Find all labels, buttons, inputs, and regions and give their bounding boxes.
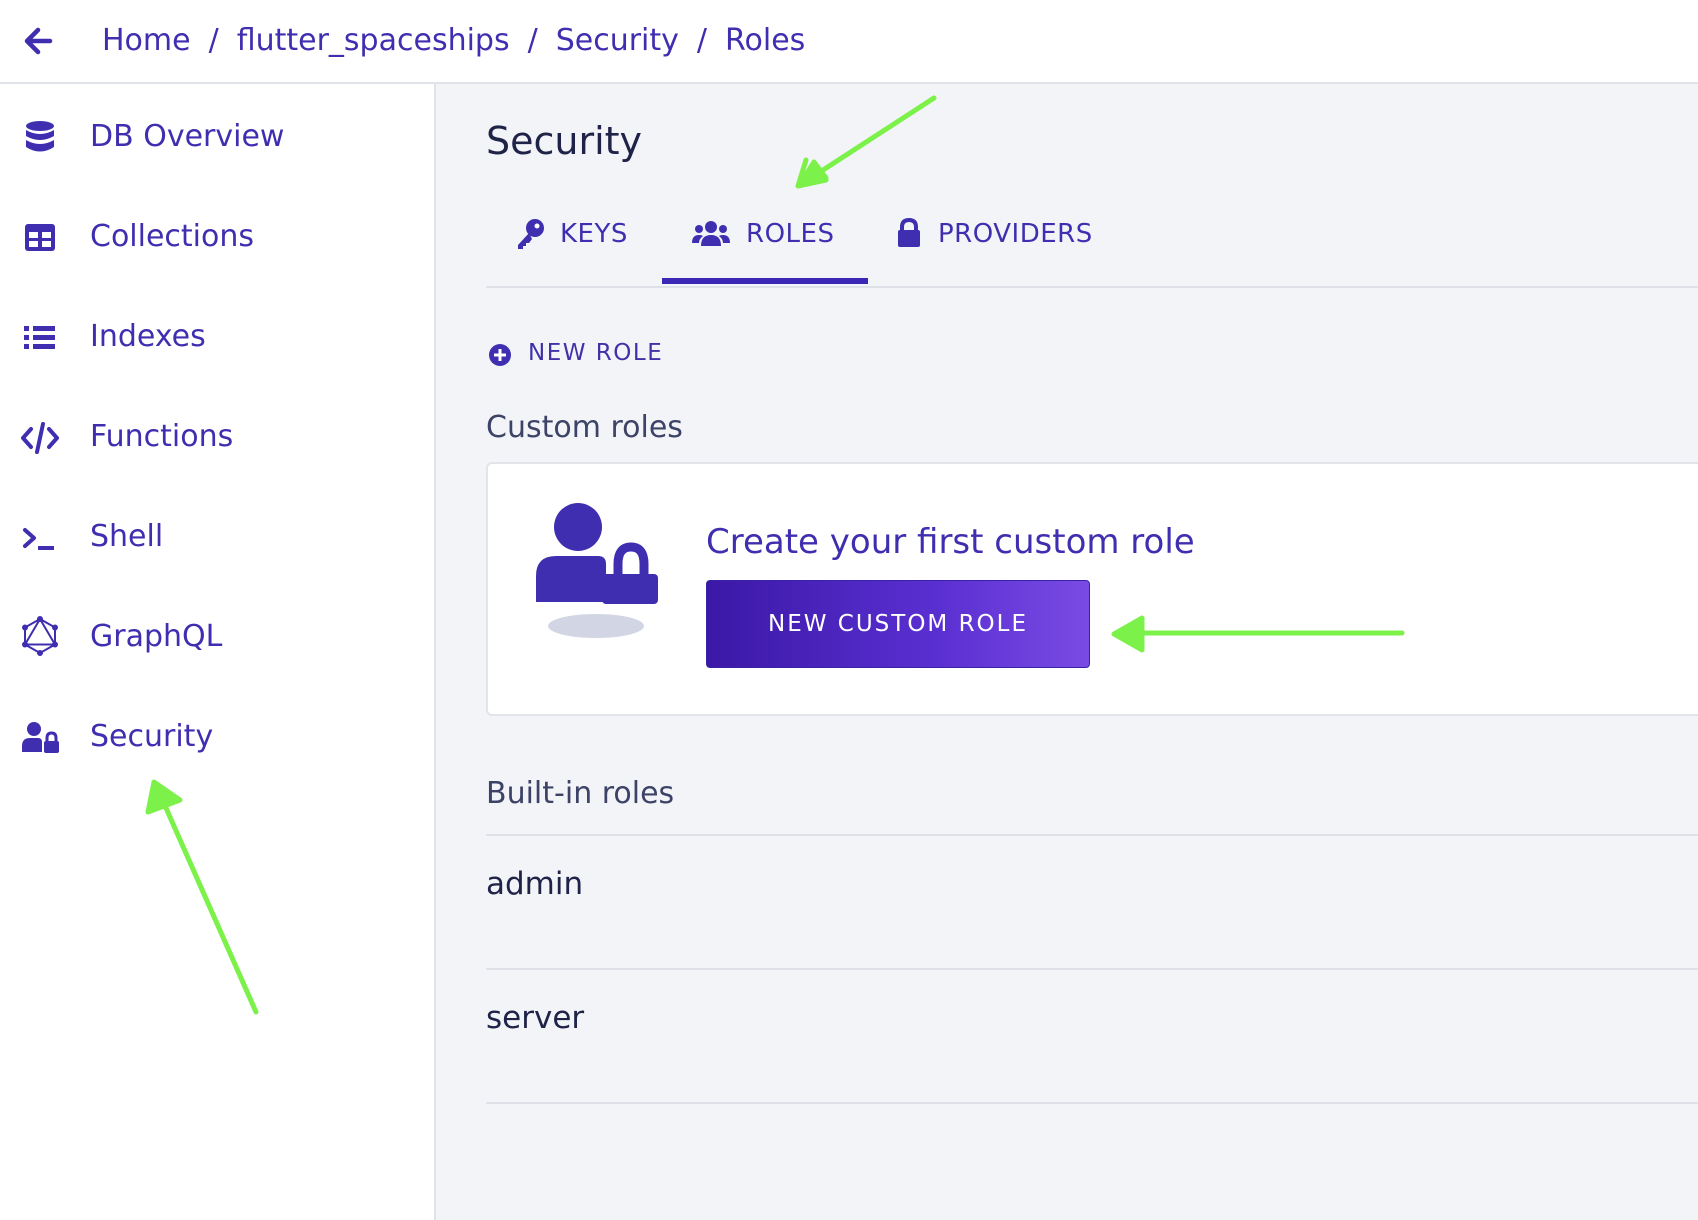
sidebar-item-db-overview[interactable]: DB Overview [0, 106, 434, 170]
users-icon [692, 220, 730, 252]
breadcrumb-current: Roles [725, 23, 806, 58]
sidebar-item-shell[interactable]: Shell [0, 506, 434, 570]
sidebar-item-label: DB Overview [90, 119, 285, 154]
tab-keys[interactable]: KEYS [516, 206, 636, 284]
breadcrumb-separator: / [527, 23, 538, 58]
empty-state-title: Create your first custom role [706, 522, 1195, 562]
list-icon [20, 320, 60, 356]
user-lock-illustration-icon [536, 502, 666, 644]
terminal-icon [20, 520, 60, 556]
builtin-roles-heading: Built-in roles [486, 776, 675, 811]
tab-label: PROVIDERS [938, 219, 1093, 249]
role-name: admin [486, 866, 584, 902]
breadcrumb-security[interactable]: Security [556, 23, 679, 58]
sidebar-item-label: Collections [90, 219, 255, 254]
breadcrumb-home[interactable]: Home [102, 23, 191, 58]
custom-roles-empty-card: Create your first custom role NEW CUSTOM… [486, 462, 1698, 716]
sidebar-item-label: Shell [90, 519, 164, 554]
tab-providers[interactable]: PROVIDERS [896, 206, 1106, 284]
sidebar-item-functions[interactable]: Functions [0, 406, 434, 470]
breadcrumb-separator: / [208, 23, 219, 58]
tab-bar: KEYS ROLES PROVIDERS [486, 196, 1698, 288]
tab-roles[interactable]: ROLES [662, 206, 868, 284]
new-custom-role-button[interactable]: NEW CUSTOM ROLE [706, 580, 1090, 668]
role-row-admin[interactable]: admin [486, 834, 1698, 966]
tab-label: ROLES [746, 219, 835, 249]
active-tab-indicator [662, 278, 868, 284]
lock-icon [896, 217, 922, 252]
top-bar: Home / flutter_spaceships / Security / Roles [0, 0, 1698, 84]
sidebar-item-label: Indexes [90, 319, 206, 354]
plus-circle-icon [488, 343, 512, 371]
role-name: server [486, 1000, 585, 1036]
sidebar-item-label: Functions [90, 419, 234, 454]
sidebar-item-label: Security [90, 719, 214, 754]
tab-label: KEYS [560, 219, 628, 249]
back-arrow-icon[interactable] [20, 24, 56, 58]
breadcrumb-database[interactable]: flutter_spaceships [237, 23, 510, 58]
sidebar-item-indexes[interactable]: Indexes [0, 306, 434, 370]
custom-roles-heading: Custom roles [486, 410, 683, 445]
key-icon [516, 218, 546, 254]
sidebar-item-graphql[interactable]: GraphQL [0, 606, 434, 670]
divider [486, 1102, 1698, 1104]
graphql-icon [20, 616, 60, 656]
sidebar-item-collections[interactable]: Collections [0, 206, 434, 270]
breadcrumb-separator: / [696, 23, 708, 58]
role-row-server[interactable]: server [486, 968, 1698, 1100]
sidebar-item-label: GraphQL [90, 619, 223, 654]
sidebar: DB Overview Collections Indexes Function… [0, 84, 436, 1220]
annotation-arrow-roles [795, 95, 937, 189]
table-icon [20, 220, 60, 256]
breadcrumb: Home / flutter_spaceships / Security / Roles [102, 20, 805, 62]
page-title: Security [486, 119, 643, 163]
new-role-label: NEW ROLE [528, 340, 664, 366]
sidebar-item-security[interactable]: Security [0, 706, 434, 770]
database-icon [20, 120, 60, 156]
code-icon [20, 420, 60, 456]
user-lock-icon [20, 720, 60, 756]
